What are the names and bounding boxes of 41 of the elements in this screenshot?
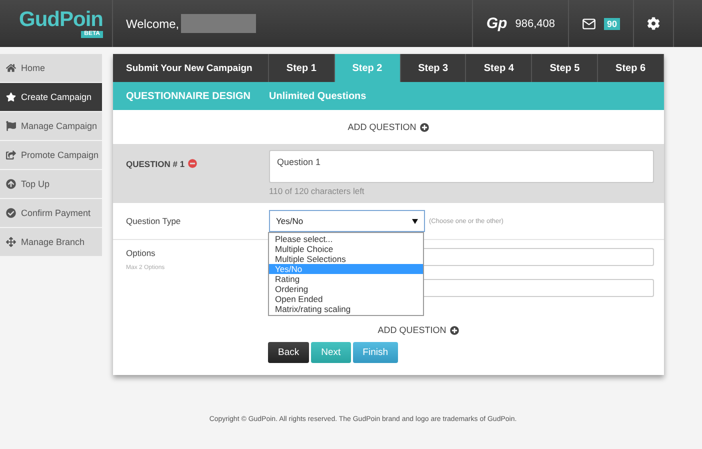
move-arrows-icon bbox=[6, 237, 16, 247]
remove-icon[interactable] bbox=[188, 159, 197, 168]
section-title: QUESTIONNAIRE DESIGN bbox=[125, 90, 252, 102]
dropdown-option[interactable]: Rating bbox=[269, 274, 423, 284]
options-label: Options bbox=[126, 248, 156, 258]
dropdown-option[interactable]: Multiple Selections bbox=[269, 254, 423, 264]
question-field[interactable]: Question 1 bbox=[269, 150, 654, 183]
sidebar-item[interactable]: Home bbox=[0, 54, 102, 82]
sidebar-item[interactable]: Create Campaign bbox=[0, 83, 102, 111]
message-count: 90 bbox=[604, 18, 620, 30]
caret-icon bbox=[412, 218, 418, 224]
logo[interactable]: GudPoin bbox=[19, 9, 103, 31]
question-label: QUESTION # 1 bbox=[126, 159, 185, 169]
nav-button[interactable]: Back bbox=[268, 342, 310, 363]
add-question-link[interactable]: ADD QUESTION bbox=[378, 325, 446, 335]
dropdown-option[interactable]: Matrix/rating scaling bbox=[269, 304, 423, 314]
brand-mark: Gp bbox=[486, 15, 508, 32]
question-type-select[interactable]: Yes/No bbox=[269, 210, 425, 232]
flag-icon bbox=[6, 121, 16, 131]
mail-icon[interactable] bbox=[582, 16, 596, 30]
settings-icon[interactable] bbox=[647, 17, 660, 30]
sidebar-item[interactable]: Manage Campaign bbox=[0, 112, 102, 140]
dropdown-option[interactable]: Please select... bbox=[269, 234, 423, 244]
sidebar-item[interactable]: Manage Branch bbox=[0, 228, 102, 256]
add-question-link[interactable]: ADD QUESTION bbox=[348, 122, 416, 132]
question-type-label: Question Type bbox=[126, 216, 182, 226]
points-count: 986,408 bbox=[515, 18, 555, 30]
sidebar-item[interactable]: Promote Campaign bbox=[0, 141, 102, 169]
section-note: Unlimited Questions bbox=[269, 90, 366, 102]
sidebar-item[interactable]: Confirm Payment bbox=[0, 199, 102, 227]
dropdown-option[interactable]: Open Ended bbox=[269, 294, 423, 304]
dropdown-option[interactable]: Multiple Choice bbox=[269, 244, 423, 254]
plus-icon[interactable] bbox=[450, 326, 460, 334]
welcome-text: Welcome, bbox=[126, 16, 180, 30]
sidebar-item[interactable]: Top Up bbox=[0, 170, 102, 198]
plus-icon[interactable] bbox=[420, 122, 430, 132]
dropdown-option[interactable]: Ordering bbox=[269, 284, 423, 294]
star-icon bbox=[6, 92, 16, 102]
character-count: 110 of 120 characters left bbox=[269, 186, 366, 196]
share-icon bbox=[6, 150, 16, 160]
home-icon bbox=[6, 63, 16, 73]
